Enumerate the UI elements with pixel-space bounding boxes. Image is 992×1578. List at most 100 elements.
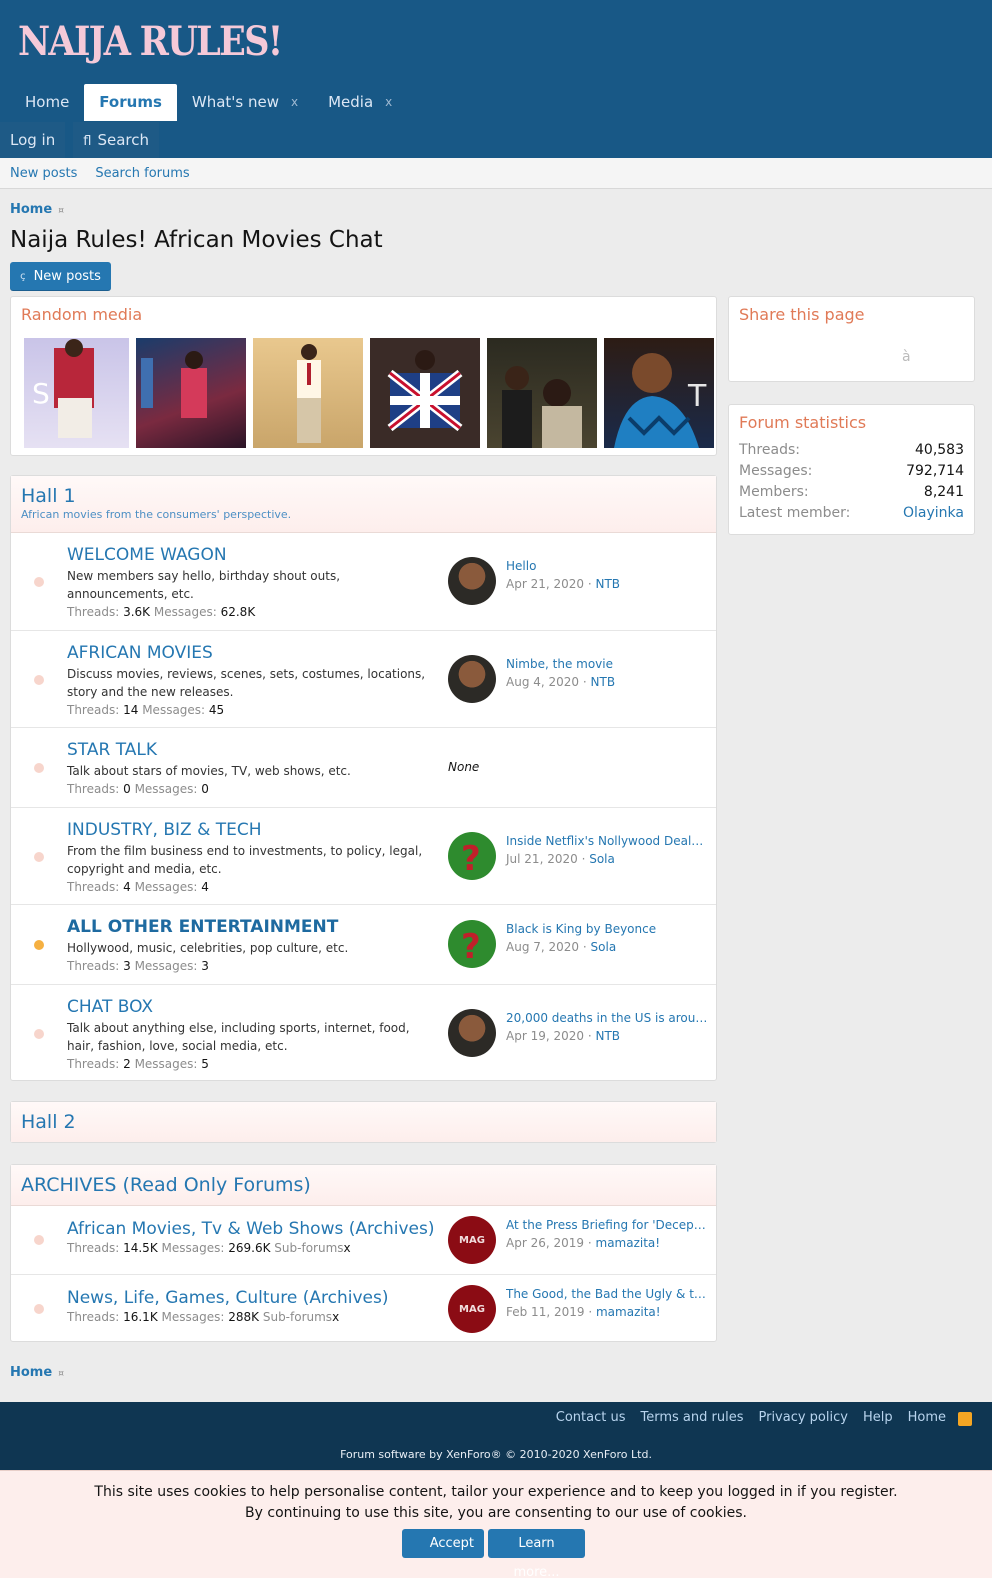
subforums-toggle-icon[interactable]: x — [332, 1310, 339, 1324]
subforums-toggle[interactable]: Sub-forums — [263, 1310, 332, 1324]
nav-menu-toggle[interactable]: x — [385, 84, 392, 121]
forum-read-icon — [33, 1303, 45, 1315]
site-logo[interactable]: NAIJA RULES! — [18, 18, 283, 65]
subforums-toggle-icon[interactable]: x — [344, 1241, 351, 1255]
last-thread-link[interactable]: Nimbe, the movie — [506, 657, 708, 671]
messages-label: Messages: — [134, 782, 198, 796]
last-post-user[interactable]: Sola — [591, 940, 617, 954]
new-posts-button-label: New posts — [33, 268, 101, 284]
forum-stats: Threads: 3 Messages: 3 — [67, 957, 437, 975]
search-button[interactable]: fl Search — [73, 122, 159, 158]
avatar[interactable] — [448, 655, 496, 703]
forum-read-icon — [33, 851, 45, 863]
last-post-meta: Apr 19, 2020 · NTB — [506, 1029, 620, 1043]
avatar[interactable] — [448, 557, 496, 605]
site-footer: Contact us Terms and rules Privacy polic… — [0, 1402, 992, 1470]
rss-icon[interactable] — [958, 1412, 972, 1426]
subforums-toggle[interactable]: Sub-forums — [274, 1241, 343, 1255]
forum-title[interactable]: STAR TALK — [67, 740, 437, 760]
media-thumb[interactable] — [370, 338, 480, 448]
last-post-meta: Aug 4, 2020 · NTB — [506, 675, 615, 689]
forum-unread-icon — [33, 939, 45, 951]
media-thumb[interactable]: T — [604, 338, 714, 448]
last-post-date[interactable]: Apr 19, 2020 — [506, 1029, 584, 1043]
messages-count: 0 — [201, 782, 209, 796]
nav-tab-home[interactable]: Home — [10, 84, 84, 121]
last-thread-link[interactable]: 20,000 deaths in the US is aroun... — [506, 1011, 708, 1025]
nav-tab-whats-new[interactable]: What's new x — [177, 84, 313, 121]
forum-description: Discuss movies, reviews, scenes, sets, c… — [67, 667, 426, 699]
category-title[interactable]: Hall 1 — [21, 485, 706, 507]
latest-member-link[interactable]: Olayinka — [903, 503, 964, 524]
media-thumb[interactable]: S — [24, 338, 129, 448]
last-post-user[interactable]: mamazita! — [596, 1305, 661, 1319]
avatar[interactable]: MAG — [448, 1216, 496, 1264]
messages-label: Messages: — [134, 1057, 198, 1071]
learn-more-button[interactable]: Learn more... — [488, 1529, 585, 1578]
footer-home-link[interactable]: Home — [908, 1410, 946, 1425]
last-post-user[interactable]: NTB — [596, 577, 621, 591]
media-thumb[interactable] — [487, 338, 597, 448]
messages-count: 5 — [201, 1057, 209, 1071]
category-title[interactable]: Hall 2 — [21, 1111, 706, 1133]
breadcrumb-home[interactable]: Home — [10, 202, 52, 217]
threads-count: 16.1K — [123, 1310, 158, 1324]
stat-row: Messages: 792,714 — [729, 461, 974, 482]
last-thread-link[interactable]: Black is King by Beyonce — [506, 922, 708, 936]
messages-count: 62.8K — [220, 605, 256, 619]
avatar[interactable]: MAG — [448, 1285, 496, 1333]
terms-link[interactable]: Terms and rules — [641, 1410, 744, 1425]
share-icon[interactable]: à — [902, 349, 911, 365]
svg-text:T: T — [687, 379, 707, 414]
category-title[interactable]: ARCHIVES (Read Only Forums) — [21, 1174, 706, 1196]
nav-tab-forums[interactable]: Forums — [84, 84, 177, 121]
forum-title[interactable]: News, Life, Games, Culture (Archives) — [67, 1288, 437, 1308]
cookie-message: This site uses cookies to help personali… — [0, 1482, 992, 1524]
forum-title[interactable]: ALL OTHER ENTERTAINMENT — [67, 917, 437, 937]
last-thread-link[interactable]: At the Press Briefing for 'Decepti... — [506, 1218, 708, 1232]
forum-description: Talk about anything else, including spor… — [67, 1021, 410, 1053]
media-thumb[interactable] — [136, 338, 246, 448]
threads-label: Threads: — [67, 1310, 120, 1324]
last-post-user[interactable]: NTB — [591, 675, 616, 689]
meta-separator: · — [587, 1236, 592, 1250]
forum-read-icon — [33, 1234, 45, 1246]
avatar[interactable]: ? — [448, 920, 496, 968]
login-button[interactable]: Log in — [0, 122, 66, 158]
breadcrumb-home[interactable]: Home — [10, 1365, 52, 1380]
media-thumb[interactable] — [253, 338, 363, 448]
last-post-user[interactable]: Sola — [589, 852, 615, 866]
new-posts-button[interactable]: ç New posts — [10, 262, 111, 291]
threads-label: Threads: — [67, 1241, 120, 1255]
search-forums-link[interactable]: Search forums — [95, 166, 189, 181]
last-post-user[interactable]: NTB — [596, 1029, 621, 1043]
last-thread-link[interactable]: The Good, the Bad the Ugly & th... — [506, 1287, 708, 1301]
last-post-user[interactable]: mamazita! — [596, 1236, 661, 1250]
last-post-date[interactable]: Feb 11, 2019 — [506, 1305, 585, 1319]
last-post-date[interactable]: Aug 4, 2020 — [506, 675, 579, 689]
last-post-date[interactable]: Jul 21, 2020 — [506, 852, 578, 866]
forum-title[interactable]: WELCOME WAGON — [67, 545, 437, 565]
help-link[interactable]: Help — [863, 1410, 893, 1425]
contact-us-link[interactable]: Contact us — [556, 1410, 626, 1425]
avatar[interactable] — [448, 1009, 496, 1057]
privacy-link[interactable]: Privacy policy — [758, 1410, 847, 1425]
nav-tab-media[interactable]: Media x — [313, 84, 407, 121]
last-thread-link[interactable]: Inside Netflix's Nollywood Deals ... — [506, 834, 708, 848]
accept-cookies-button[interactable]: Accept — [402, 1529, 484, 1558]
nav-tab-label: Home — [25, 93, 70, 111]
avatar[interactable]: ? — [448, 832, 496, 880]
last-post-date[interactable]: Aug 7, 2020 — [506, 940, 579, 954]
forum-title[interactable]: AFRICAN MOVIES — [67, 643, 437, 663]
random-media-title: Random media — [21, 305, 143, 324]
nav-menu-toggle[interactable]: x — [291, 84, 298, 121]
forum-title[interactable]: African Movies, Tv & Web Shows (Archives… — [67, 1219, 437, 1239]
last-thread-link[interactable]: Hello — [506, 559, 708, 573]
last-post-date[interactable]: Apr 26, 2019 — [506, 1236, 584, 1250]
share-title: Share this page — [739, 305, 865, 324]
last-post-date[interactable]: Apr 21, 2020 — [506, 577, 584, 591]
forum-title[interactable]: CHAT BOX — [67, 997, 437, 1017]
forum-title[interactable]: INDUSTRY, BIZ & TECH — [67, 820, 437, 840]
new-posts-link[interactable]: New posts — [10, 166, 77, 181]
breadcrumb: Home ¤ — [10, 202, 64, 217]
